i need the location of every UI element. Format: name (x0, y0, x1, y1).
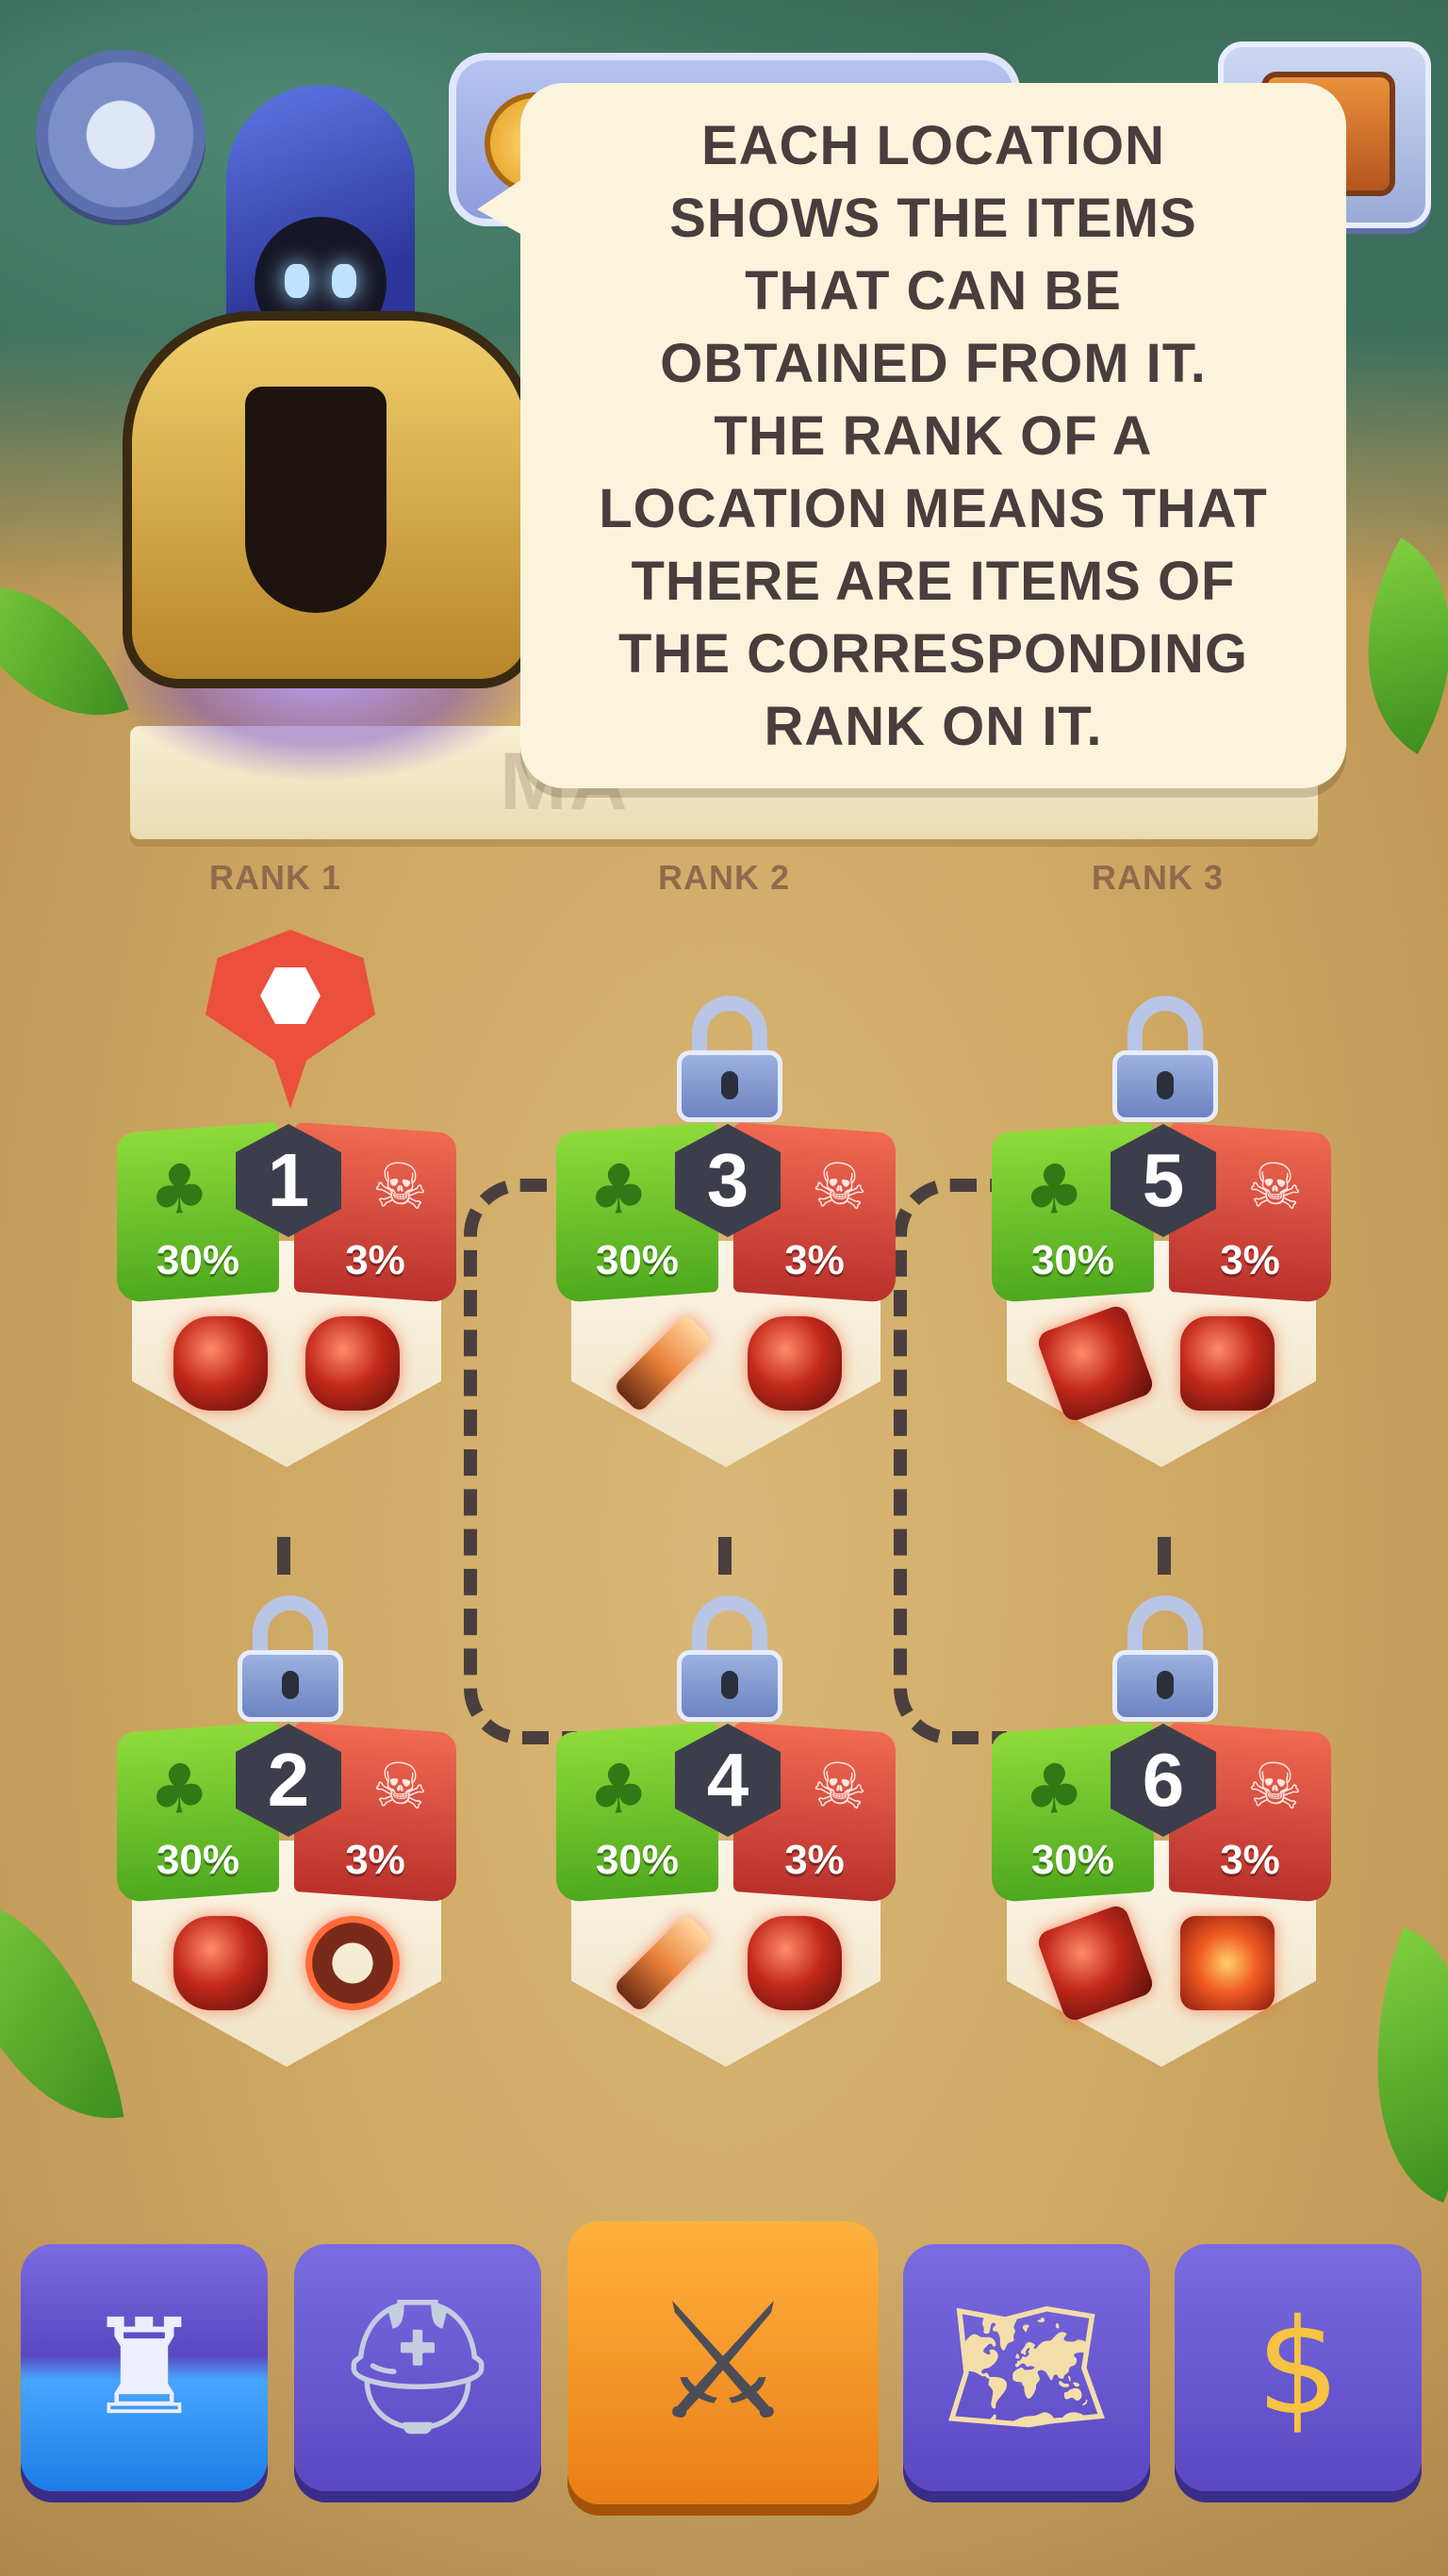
luck-percent: 30% (1030, 1837, 1115, 1883)
path-1-2 (277, 1537, 290, 1575)
skull-icon: ☠ (811, 1747, 867, 1825)
path-5-6 (1158, 1537, 1171, 1575)
location-number: 6 (1142, 1738, 1185, 1822)
lock-icon (677, 1595, 782, 1722)
location-number: 5 (1142, 1138, 1185, 1222)
clover-icon: ♣ (149, 1148, 210, 1231)
skull-icon: ☠ (371, 1747, 428, 1825)
luck-percent: 30% (595, 1237, 680, 1283)
rank-label-1: RANK 1 (208, 858, 341, 897)
nav-castle-button[interactable]: ♜ (21, 2244, 268, 2491)
luck-percent: 30% (156, 1237, 240, 1283)
nav-shop-button[interactable]: $ (1175, 2244, 1422, 2491)
clover-icon: ♣ (1024, 1747, 1085, 1831)
tutorial-speech-bubble[interactable]: EACH LOCATION SHOWS THE ITEMS THAT CAN B… (477, 83, 1346, 788)
leaf-decoration (1319, 1926, 1448, 2204)
fire-ring-icon[interactable] (305, 1916, 400, 2010)
location-number: 1 (267, 1138, 310, 1222)
eye-right (332, 264, 356, 298)
flame-sword-icon[interactable] (612, 1313, 713, 1414)
danger-percent: 3% (1220, 1237, 1280, 1283)
clover-icon: ♣ (149, 1747, 210, 1831)
danger-percent: 3% (1220, 1837, 1280, 1883)
lock-icon (1112, 1595, 1218, 1722)
location-card-3[interactable]: ♣ ☠ 30% 3% 3 (556, 996, 896, 1524)
demon-helmet-icon[interactable] (173, 1916, 268, 2010)
fire-armor-icon[interactable] (1180, 1316, 1275, 1411)
item-list (1029, 1902, 1293, 2024)
skull-icon: ☠ (371, 1148, 428, 1225)
nav-map-button[interactable]: 🗺 (903, 2244, 1150, 2491)
location-number: 4 (706, 1738, 749, 1822)
danger-percent: 3% (784, 1837, 845, 1883)
path-3-4 (718, 1537, 732, 1575)
lava-hammer-icon[interactable] (1034, 1902, 1157, 2024)
danger-percent: 3% (784, 1237, 845, 1283)
treasure-map-icon: 🗺 (943, 2290, 1111, 2444)
rank-label-2: RANK 2 (657, 858, 790, 897)
helmet-icon: ⛑ (334, 2290, 502, 2444)
location-card-4[interactable]: ♣ ☠ 30% 3% 4 (556, 1595, 896, 2123)
lock-icon (1112, 996, 1218, 1122)
lock-icon (238, 1595, 343, 1722)
location-number: 3 (706, 1138, 749, 1222)
path-4-5 (894, 1179, 1007, 1744)
clover-icon: ♣ (588, 1148, 650, 1231)
money-bag-icon: $ (1256, 2290, 1341, 2445)
location-pin-icon (206, 930, 375, 1118)
item-list (155, 1916, 419, 2010)
location-card-1[interactable]: ♣ ☠ 30% 3% 1 (117, 1121, 456, 1524)
demon-mask-icon[interactable] (305, 1316, 400, 1411)
danger-percent: 3% (345, 1237, 405, 1283)
item-list (594, 1912, 858, 2014)
skull-icon: ☠ (1246, 1747, 1303, 1825)
item-list (1029, 1302, 1293, 1425)
item-list (155, 1316, 419, 1411)
skull-icon: ☠ (1246, 1148, 1303, 1225)
fire-book-icon[interactable] (1180, 1916, 1275, 2010)
flame-sword-icon[interactable] (612, 1912, 713, 2014)
location-card-6[interactable]: ♣ ☠ 30% 3% 6 (992, 1595, 1331, 2123)
nav-battle-button[interactable]: ⚔ (568, 2221, 879, 2504)
nav-heroes-button[interactable]: ⛑ (294, 2244, 541, 2491)
fire-mask-icon[interactable] (747, 1916, 842, 2010)
eye-left (285, 264, 309, 298)
horned-helmet-icon[interactable] (747, 1316, 842, 1411)
helmet-visor (245, 387, 387, 613)
demon-helmet-icon[interactable] (173, 1316, 268, 1411)
clover-icon: ♣ (1024, 1148, 1085, 1231)
location-number: 2 (267, 1738, 310, 1822)
danger-percent: 3% (345, 1837, 405, 1883)
crossed-swords-icon: ⚔ (650, 2270, 796, 2456)
tutorial-message: EACH LOCATION SHOWS THE ITEMS THAT CAN B… (599, 114, 1268, 757)
luck-percent: 30% (595, 1837, 680, 1883)
lock-icon (677, 996, 782, 1122)
castle-icon: ♜ (85, 2290, 204, 2445)
skull-icon: ☠ (811, 1148, 867, 1225)
location-card-2[interactable]: ♣ ☠ 30% 3% 2 (117, 1595, 456, 2123)
luck-percent: 30% (156, 1837, 240, 1883)
rank-label-3: RANK 3 (1091, 858, 1224, 897)
luck-percent: 30% (1030, 1237, 1115, 1283)
lava-hammer-icon[interactable] (1034, 1302, 1157, 1425)
clover-icon: ♣ (588, 1747, 650, 1831)
item-list (594, 1313, 858, 1414)
location-card-5[interactable]: ♣ ☠ 30% 3% 5 (992, 996, 1331, 1524)
leaf-decoration (0, 1874, 124, 2142)
